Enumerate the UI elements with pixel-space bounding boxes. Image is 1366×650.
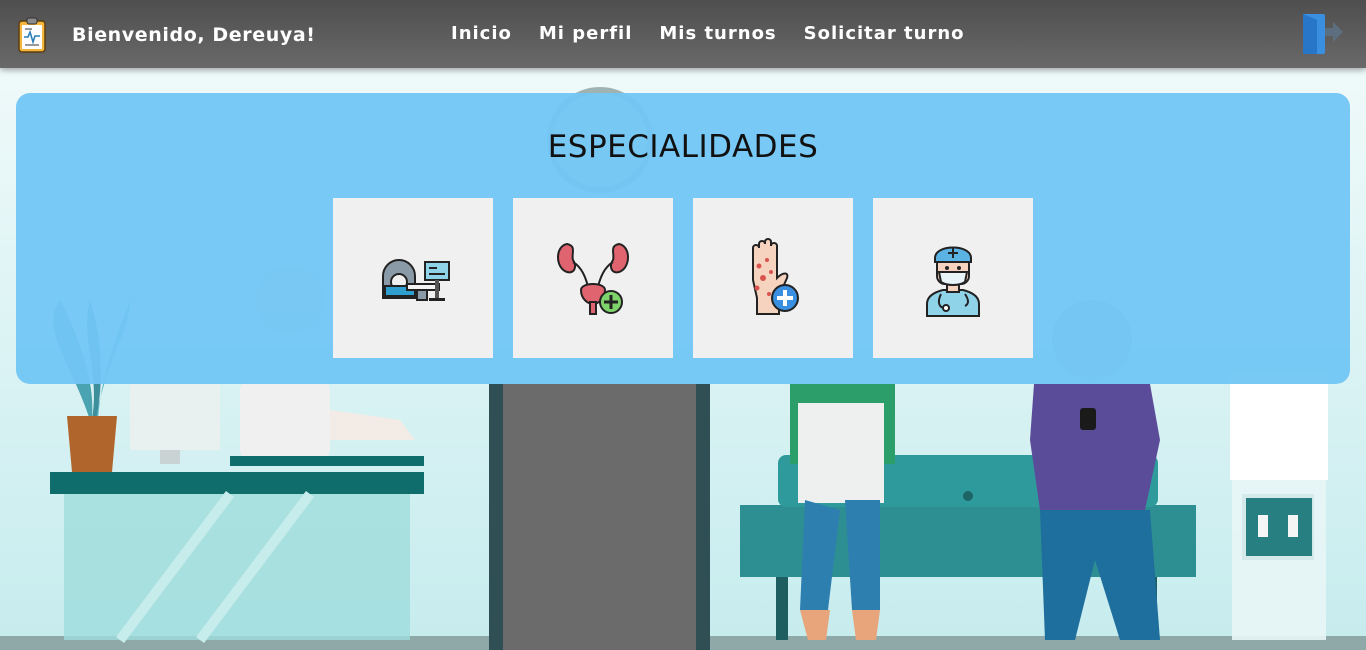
specialties-title: ESPECIALIDADES [547, 129, 819, 165]
mri-scanner-icon [382, 259, 450, 301]
specialty-card-general[interactable] [873, 198, 1033, 358]
specialty-card-mri[interactable] [333, 198, 493, 358]
specialty-card-urology[interactable] [513, 198, 673, 358]
clipboard-health-icon[interactable] [18, 17, 46, 53]
specialty-card-dermatology[interactable] [693, 198, 853, 358]
nav-link-solicitar-turno[interactable]: Solicitar turno [804, 23, 965, 44]
nav-link-inicio[interactable]: Inicio [451, 23, 512, 44]
logout-door-icon[interactable] [1299, 12, 1343, 56]
dermatology-hand-icon [752, 238, 799, 315]
top-navbar: Bienvenido, Dereuya! Inicio Mi perfil Mi… [0, 0, 1366, 68]
nav-link-mis-turnos[interactable]: Mis turnos [659, 23, 776, 44]
main-navigation: Inicio Mi perfil Mis turnos Solicitar tu… [451, 23, 992, 44]
specialty-cards [333, 198, 1053, 358]
nav-link-mi-perfil[interactable]: Mi perfil [539, 23, 633, 44]
kidney-urology-icon [557, 242, 629, 315]
welcome-message: Bienvenido, Dereuya! [72, 24, 316, 46]
doctor-icon [926, 246, 980, 317]
specialties-panel: ESPECIALIDADES [16, 93, 1350, 384]
